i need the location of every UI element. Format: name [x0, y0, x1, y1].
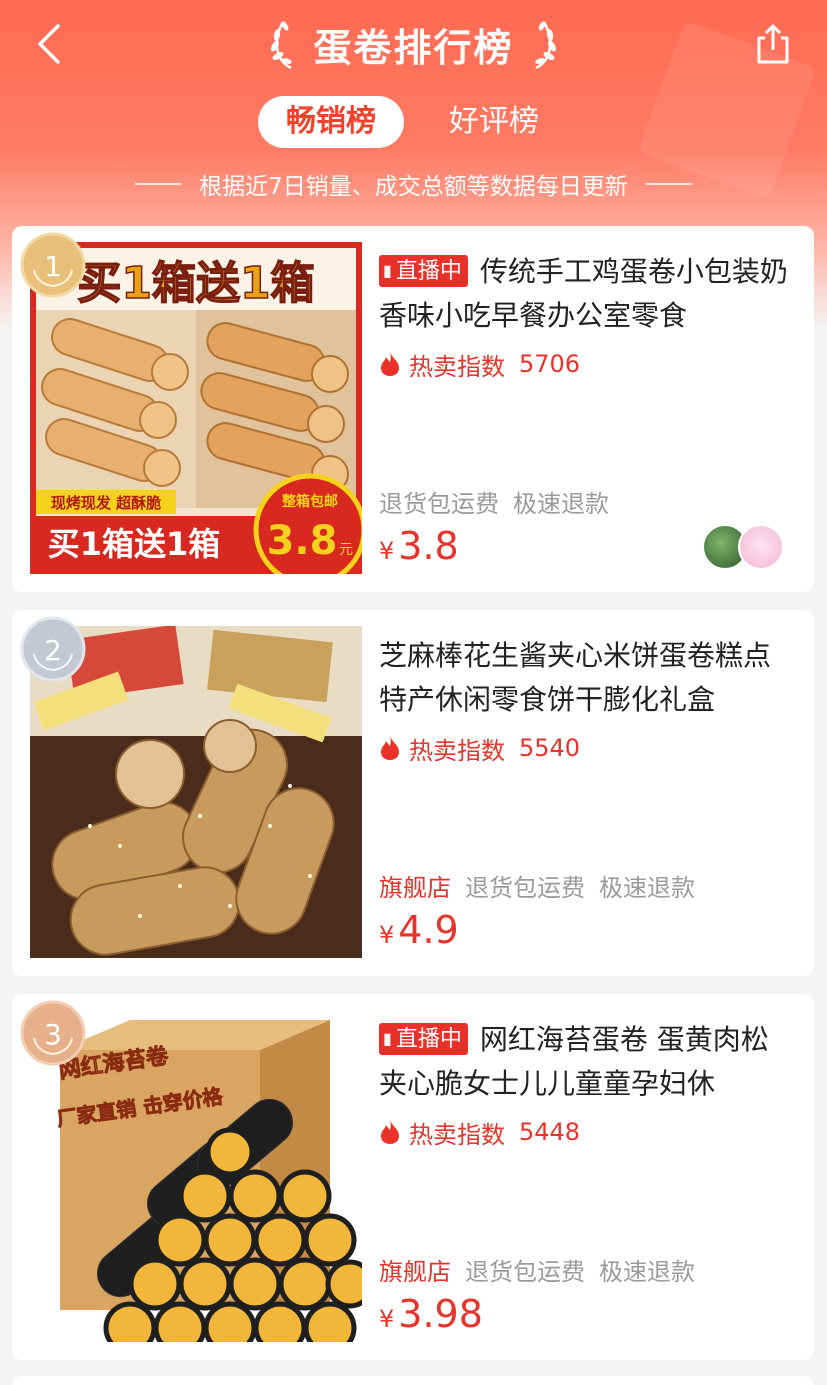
- service-tags-1: 退货包运费 极速退款: [379, 484, 609, 518]
- share-button[interactable]: [753, 22, 793, 66]
- tag-flagship-store: 旗舰店: [379, 1257, 451, 1286]
- product-title-2[interactable]: 芝麻棒花生酱夹心米饼蛋卷糕点特产休闲零食饼干膨化礼盒: [379, 634, 791, 722]
- price-symbol: ¥: [379, 1305, 395, 1333]
- hot-index-value: 5448: [519, 1118, 581, 1146]
- live-icon: ▮: [383, 261, 392, 280]
- product-info-2: 芝麻棒花生酱夹心米饼蛋卷糕点特产休闲零食饼干膨化礼盒 热卖指数 5540: [379, 634, 791, 766]
- product-card-4-peek[interactable]: [12, 1376, 814, 1385]
- hot-index-label: 热卖指数: [409, 352, 505, 381]
- hot-index-value: 5540: [519, 734, 581, 762]
- tab-bestseller[interactable]: 畅销榜: [258, 96, 404, 148]
- product-title-1[interactable]: ▮ 直播中 传统手工鸡蛋卷小包装奶香味小吃早餐办公室零食: [379, 250, 791, 338]
- rank-badge-bronze: 3: [20, 1000, 86, 1066]
- tab-top-rated[interactable]: 好评榜: [428, 96, 560, 148]
- hot-index-row: 热卖指数 5540: [379, 730, 791, 766]
- product-info-3: ▮ 直播中 网红海苔蛋卷 蛋黄肉松夹心脆女士儿儿童童孕妇休 热卖指数 5448: [379, 1018, 791, 1150]
- buyer-avatars: [702, 524, 792, 574]
- tag-fast-refund: 极速退款: [599, 1257, 695, 1286]
- rank-number: 2: [44, 634, 62, 667]
- image-bottom-banner: 买1箱送1箱: [48, 525, 221, 563]
- rank-number: 3: [44, 1018, 62, 1051]
- page-title: 蛋卷排行榜: [313, 25, 514, 70]
- flame-icon: [381, 352, 399, 376]
- live-label: 直播中: [395, 1027, 462, 1052]
- product-title-3[interactable]: ▮ 直播中 网红海苔蛋卷 蛋黄肉松夹心脆女士儿儿童童孕妇休: [379, 1018, 791, 1106]
- flame-icon: [381, 736, 399, 760]
- product-info-1: ▮ 直播中 传统手工鸡蛋卷小包装奶香味小吃早餐办公室零食 热卖指数 5706: [379, 250, 791, 382]
- flame-icon: [381, 1120, 399, 1144]
- hot-index-value: 5706: [519, 350, 581, 378]
- price-symbol: ¥: [379, 537, 395, 565]
- rank-badge-silver: 2: [20, 616, 86, 682]
- rank-number: 1: [44, 250, 62, 283]
- tag-free-return: 退货包运费: [465, 1257, 585, 1286]
- hot-index-label: 热卖指数: [409, 736, 505, 765]
- hot-index-label: 热卖指数: [409, 1120, 505, 1149]
- live-icon: ▮: [383, 1029, 392, 1048]
- image-top-banner: 买1箱送1箱: [77, 258, 314, 309]
- tag-flagship-store: 旗舰店: [379, 873, 451, 902]
- avatar: [738, 524, 784, 570]
- hot-index-row: 热卖指数 5706: [379, 346, 791, 382]
- divider-left: [135, 183, 182, 185]
- tag-fast-refund: 极速退款: [513, 489, 609, 518]
- update-note: 根据近7日销量、成交总额等数据每日更新: [199, 174, 628, 200]
- subtitle-row: 根据近7日销量、成交总额等数据每日更新: [0, 166, 827, 202]
- price-row-2: ¥ 4.9: [379, 908, 459, 958]
- price-symbol: ¥: [379, 921, 395, 949]
- product-card-3[interactable]: 网红海苔卷 厂家直销 击穿价格 3 ▮ 直播中 网红海苔蛋卷 蛋黄肉松夹心脆女士…: [12, 994, 814, 1360]
- service-tags-3: 旗舰店 退货包运费 极速退款: [379, 1252, 695, 1286]
- live-badge: ▮ 直播中: [379, 255, 468, 287]
- price-value: 3.98: [398, 1292, 483, 1336]
- laurel-left-icon: [271, 21, 293, 70]
- tag-free-return: 退货包运费: [465, 873, 585, 902]
- hot-index-row: 热卖指数 5448: [379, 1114, 791, 1150]
- service-tags-2: 旗舰店 退货包运费 极速退款: [379, 868, 695, 902]
- product-card-1[interactable]: 买1箱送1箱 现烤现发 超酥脆 买1箱送1箱 整箱包邮 3.8 元 1 ▮ 直播中…: [12, 226, 814, 592]
- rank-badge-gold: 1: [20, 232, 86, 298]
- laurel-right-icon: [534, 21, 556, 70]
- tag-fast-refund: 极速退款: [599, 873, 695, 902]
- tag-free-return: 退货包运费: [379, 489, 499, 518]
- image-small-tag: 现烤现发 超酥脆: [51, 494, 161, 512]
- price-value: 4.9: [398, 908, 459, 952]
- price-value: 3.8: [398, 524, 459, 568]
- live-label: 直播中: [395, 259, 462, 284]
- divider-right: [645, 183, 692, 185]
- image-price-value: 3.8: [267, 518, 338, 564]
- product-card-2[interactable]: 2 芝麻棒花生酱夹心米饼蛋卷糕点特产休闲零食饼干膨化礼盒 热卖指数 5540 旗…: [12, 610, 814, 976]
- image-price-unit: 元: [339, 542, 353, 558]
- share-icon: [757, 24, 789, 64]
- price-row-3: ¥ 3.98: [379, 1292, 483, 1342]
- image-price-label: 整箱包邮: [281, 493, 338, 510]
- live-badge: ▮ 直播中: [379, 1023, 468, 1055]
- ranking-tabs: 畅销榜 好评榜: [0, 96, 827, 148]
- price-row-1: ¥ 3.8: [379, 524, 459, 574]
- title-bar: 蛋卷排行榜: [0, 12, 827, 76]
